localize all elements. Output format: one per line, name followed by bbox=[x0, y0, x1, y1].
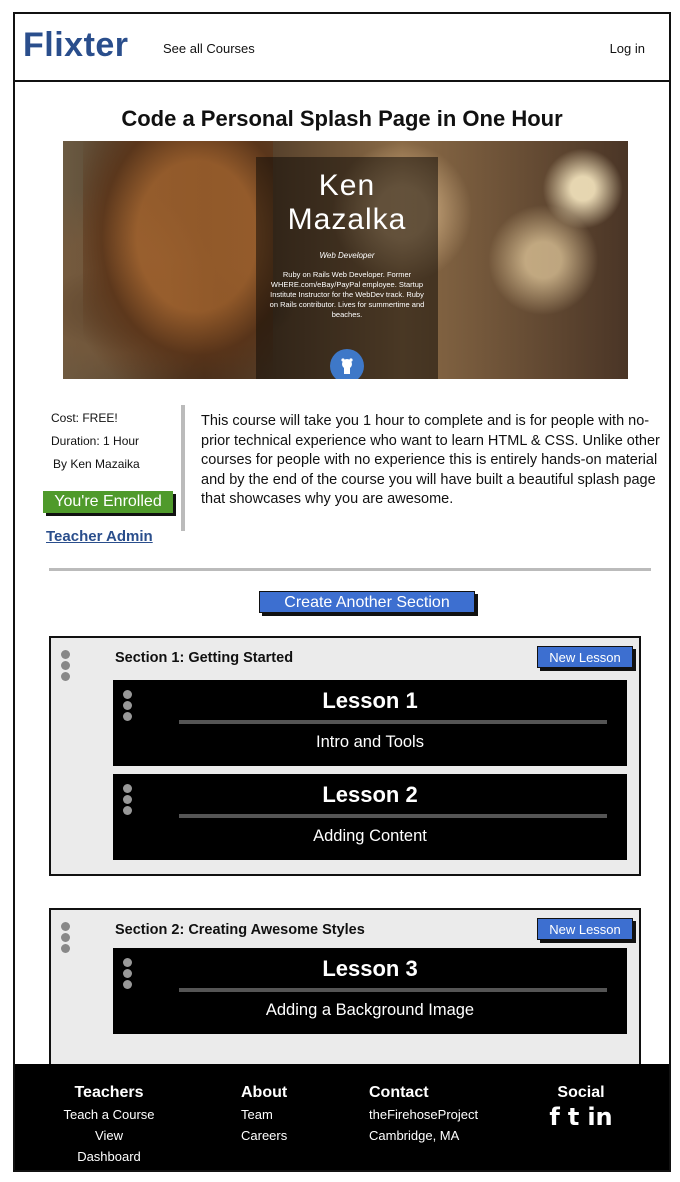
footer-heading: About bbox=[241, 1084, 288, 1101]
lesson-card[interactable]: Lesson 1 Intro and Tools bbox=[113, 680, 627, 766]
horizontal-divider bbox=[49, 568, 651, 571]
see-all-courses-link[interactable]: See all Courses bbox=[163, 41, 255, 56]
lesson-divider bbox=[179, 720, 607, 724]
vertical-divider bbox=[181, 405, 185, 531]
section-card: Section 1: Getting Started New Lesson Le… bbox=[49, 636, 641, 876]
lesson-title: Lesson 1 bbox=[322, 688, 418, 713]
enrolled-button[interactable]: You're Enrolled bbox=[43, 491, 173, 513]
footer-contact: Contact theFirehoseProject Cambridge, MA bbox=[369, 1082, 478, 1146]
login-link[interactable]: Log in bbox=[610, 41, 645, 56]
contact-location: Cambridge, MA bbox=[369, 1128, 460, 1143]
lesson-title: Lesson 3 bbox=[322, 956, 418, 981]
contact-company: theFirehoseProject bbox=[369, 1107, 479, 1122]
new-lesson-button[interactable]: New Lesson bbox=[537, 918, 633, 940]
drag-handle-icon[interactable] bbox=[61, 650, 71, 681]
section-card: Section 2: Creating Awesome Styles New L… bbox=[49, 908, 641, 1074]
teach-a-course-link[interactable]: Teach a Course bbox=[63, 1104, 155, 1125]
page-frame: Flixter See all Courses Log in Code a Pe… bbox=[13, 12, 671, 1172]
section-title: Section 2: Creating Awesome Styles bbox=[115, 922, 365, 938]
lesson-card[interactable]: Lesson 2 Adding Content bbox=[113, 774, 627, 860]
footer-heading: Contact bbox=[369, 1084, 429, 1101]
create-section-button[interactable]: Create Another Section bbox=[259, 591, 475, 613]
careers-link[interactable]: Careers bbox=[241, 1125, 287, 1146]
course-cost: Cost: FREE! bbox=[51, 411, 118, 425]
github-icon bbox=[330, 349, 364, 379]
footer-about: About Team Careers bbox=[241, 1082, 287, 1146]
linkedin-icon[interactable]: in bbox=[587, 1105, 612, 1129]
hero-photo-subject bbox=[83, 141, 273, 379]
lesson-card[interactable]: Lesson 3 Adding a Background Image bbox=[113, 948, 627, 1034]
lesson-subtitle: Adding a Background Image bbox=[265, 1001, 475, 1019]
footer-teachers: Teachers Teach a Course View Dashboard bbox=[63, 1082, 155, 1167]
header: Flixter See all Courses Log in bbox=[15, 14, 669, 82]
course-hero-image: Ken Mazalka Web Developer Ruby on Rails … bbox=[63, 141, 628, 379]
new-lesson-button[interactable]: New Lesson bbox=[537, 646, 633, 668]
team-link[interactable]: Team bbox=[241, 1104, 287, 1125]
view-dashboard-link[interactable]: View Dashboard bbox=[63, 1125, 155, 1167]
course-duration: Duration: 1 Hour bbox=[51, 434, 140, 448]
lesson-divider bbox=[179, 988, 607, 992]
footer-social: Social f t in bbox=[540, 1082, 622, 1129]
twitter-icon[interactable]: t bbox=[568, 1105, 579, 1129]
logo[interactable]: Flixter bbox=[23, 26, 129, 65]
footer: Teachers Teach a Course View Dashboard A… bbox=[15, 1064, 669, 1170]
hero-first-name: Ken bbox=[318, 169, 376, 202]
drag-handle-icon[interactable] bbox=[61, 922, 71, 953]
footer-heading: Social bbox=[557, 1084, 605, 1101]
teacher-admin-link[interactable]: Teacher Admin bbox=[46, 528, 153, 545]
hero-bio: Ruby on Rails Web Developer. Former WHER… bbox=[269, 270, 425, 319]
facebook-icon[interactable]: f bbox=[549, 1105, 559, 1129]
hero-profile-card: Ken Mazalka Web Developer Ruby on Rails … bbox=[256, 157, 438, 379]
course-meta: Cost: FREE! Duration: 1 Hour By Ken Maza… bbox=[51, 407, 140, 476]
lesson-divider bbox=[179, 814, 607, 818]
lesson-subtitle: Adding Content bbox=[313, 827, 427, 845]
course-author: By Ken Mazaika bbox=[53, 457, 140, 471]
section-title: Section 1: Getting Started bbox=[115, 650, 294, 666]
hero-last-name: Mazalka bbox=[287, 203, 407, 236]
footer-heading: Teachers bbox=[74, 1084, 144, 1101]
lesson-title: Lesson 2 bbox=[322, 782, 418, 807]
hero-role: Web Developer bbox=[319, 251, 375, 260]
lesson-subtitle: Intro and Tools bbox=[316, 733, 424, 751]
course-description: This course will take you 1 hour to comp… bbox=[201, 413, 660, 507]
social-icons: f t in bbox=[540, 1105, 622, 1129]
course-title: Code a Personal Splash Page in One Hour bbox=[121, 106, 563, 131]
